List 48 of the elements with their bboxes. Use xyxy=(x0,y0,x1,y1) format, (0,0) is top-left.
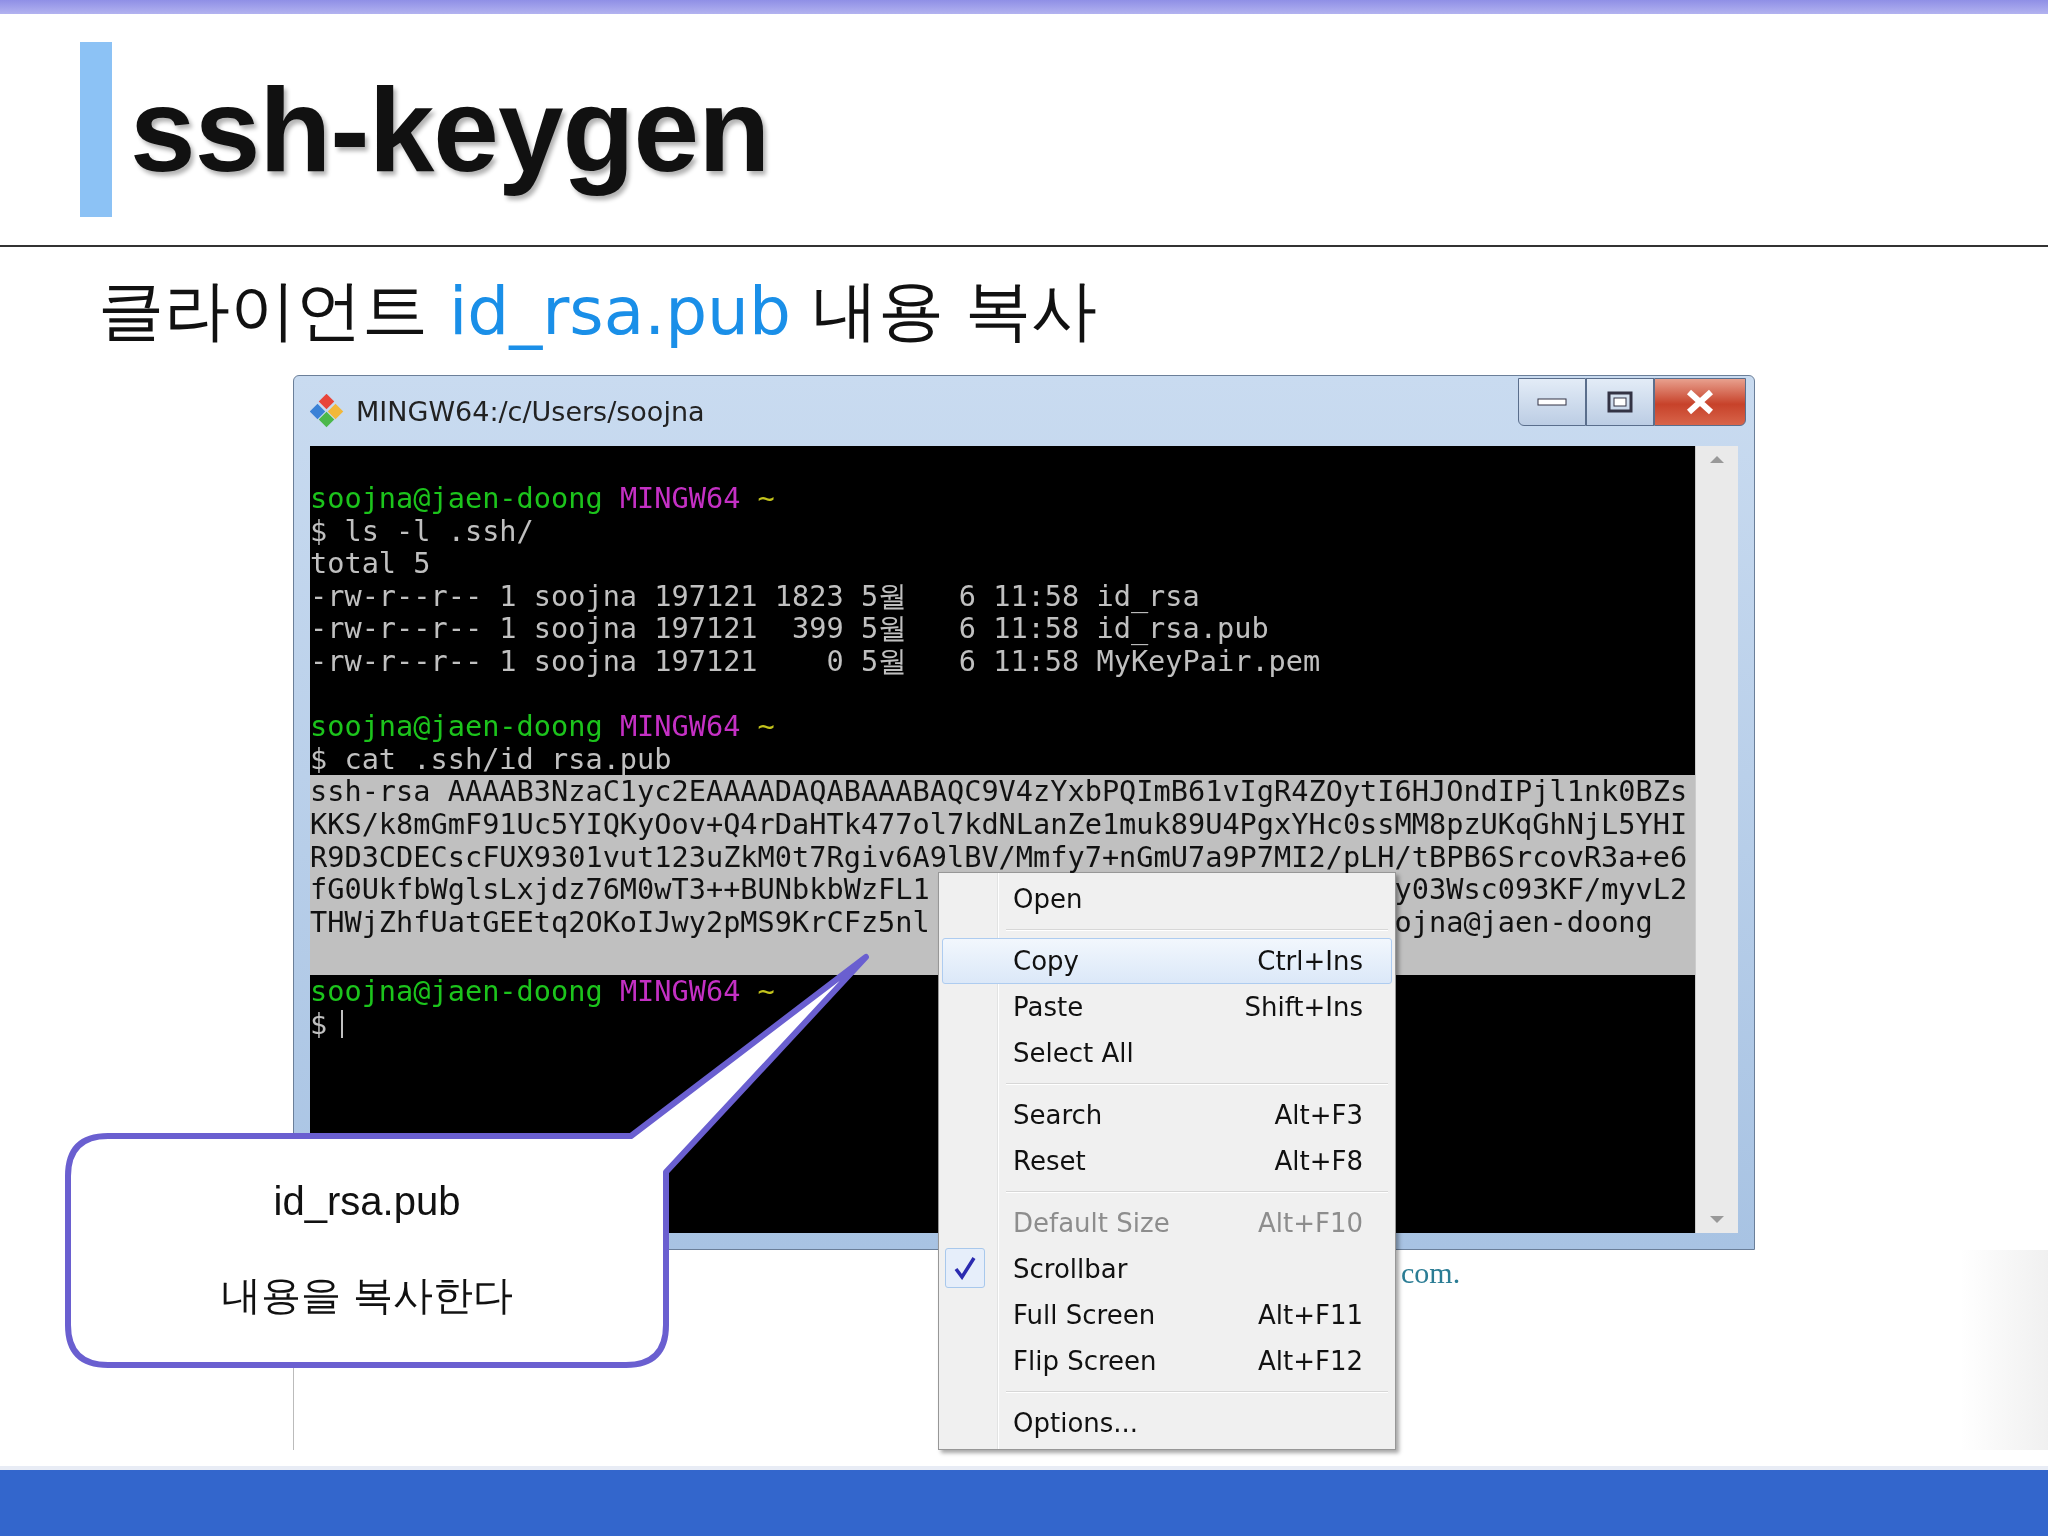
prompt-user: soojna@jaen-doong xyxy=(310,710,603,743)
menu-item[interactable]: Options... xyxy=(942,1400,1392,1446)
prompt-dir: ~ xyxy=(757,710,775,743)
minimize-button[interactable] xyxy=(1518,378,1586,426)
terminal-line: -rw-r--r-- 1 soojna 197121 399 5월 6 11:58 id_rsa.pub xyxy=(310,612,1269,645)
menu-item[interactable]: Copy Ctrl+Ins xyxy=(942,938,1392,984)
subtitle-text: id_rsa.pub xyxy=(449,272,791,350)
background-text: com. xyxy=(1401,1256,1461,1289)
maximize-icon xyxy=(1607,391,1633,413)
terminal-line: -rw-r--r-- 1 soojna 197121 0 5월 6 11:58 MyKeyPair.pem xyxy=(310,644,1321,678)
window-title: MINGW64:/c/Users/soojna xyxy=(356,395,706,427)
terminal-line: ssh-rsa AAAAB3NzaC1yc2EAAAADAQABAAABAQC9V4zYxbPQImB61vIgR4ZOytI6HJOndIPjl1nk0BZs xyxy=(310,775,1688,808)
close-icon xyxy=(1685,389,1715,415)
prompt-user: soojna@jaen-doong xyxy=(310,482,603,515)
menu-item[interactable]: Reset Alt+F8 xyxy=(942,1138,1392,1184)
terminal-line: total 5 xyxy=(310,547,431,580)
menu-item[interactable]: Full Screen Alt+F11 xyxy=(942,1292,1392,1338)
subtitle-text: 내용 복사 xyxy=(810,271,1097,351)
prompt-dir: ~ xyxy=(757,482,775,515)
menu-item[interactable]: Select All xyxy=(942,1030,1392,1076)
terminal-line: y03Wsc093KF/myvL2 xyxy=(1394,873,1688,906)
maximize-button[interactable] xyxy=(1586,378,1654,426)
prompt-dir: ~ xyxy=(757,975,775,1008)
menu-item[interactable]: Paste Shift+Ins xyxy=(942,984,1392,1030)
menu-item[interactable]: Scrollbar xyxy=(942,1246,1392,1292)
terminal-line: ojna@jaen-doong xyxy=(1394,905,1653,939)
minimize-icon xyxy=(1537,397,1567,407)
app-icon xyxy=(310,394,344,428)
prompt-shell: MINGW64 xyxy=(619,710,741,743)
callout-text: id_rsa.pub xyxy=(273,1178,461,1224)
menu-item[interactable]: Search Alt+F3 xyxy=(942,1092,1392,1138)
subtitle-text: 클라이언트 xyxy=(98,271,429,351)
callout-text: 내용을 복사한다 xyxy=(221,1271,513,1319)
prompt-shell: MINGW64 xyxy=(619,975,741,1008)
terminal-line: THWjZhfUatGEEtq2OKoIJwy2pMS9KrCFz5nl xyxy=(310,905,930,939)
terminal-line: R9D3CDECscFUX9301vut123uZkM0t7Rgiv6A9lBV/Mmfy7+nGmU7a9P7MI2/pLH/tBPB6SrcovR3a+e6 xyxy=(310,840,1688,874)
slide-title: ssh-keygen xyxy=(130,62,770,198)
terminal-line: $ ls -l .ssh/ xyxy=(310,514,534,548)
menu-item[interactable]: Flip Screen Alt+F12 xyxy=(942,1338,1392,1384)
prompt-shell: MINGW64 xyxy=(619,482,741,515)
prompt-user: soojna@jaen-doong xyxy=(310,975,603,1008)
close-button[interactable] xyxy=(1654,378,1746,426)
menu-item[interactable]: Open xyxy=(942,876,1392,922)
terminal-line: $ cat .ssh/id_rsa.pub xyxy=(310,742,672,776)
terminal-line: KKS/k8mGmF91Uc5YIQKyOov+Q4rDaHTk477ol7kdNLanZe1muk89U4PgxYHc0ssMM8pzUKqGhNjL5YHI xyxy=(310,807,1688,841)
terminal-line: $ xyxy=(310,1007,328,1041)
terminal-line: -rw-r--r-- 1 soojna 197121 1823 5월 6 11:58 id_rsa xyxy=(310,579,1200,613)
terminal-line: fG0UkfbWglsLxjdz76M0wT3++BUNbkbWzFL1 xyxy=(310,873,930,906)
